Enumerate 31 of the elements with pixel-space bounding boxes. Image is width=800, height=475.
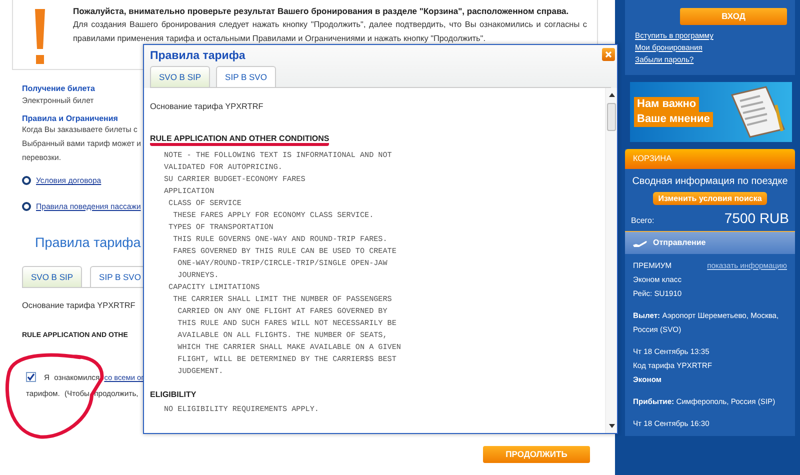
close-icon <box>605 51 612 58</box>
bullet-icon <box>22 202 31 211</box>
agree-checkbox[interactable] <box>26 372 36 382</box>
scroll-up-icon[interactable] <box>608 92 614 97</box>
section-title: Правила и Ограничения <box>22 114 118 124</box>
rules-heading: ELIGIBILITY <box>150 390 196 400</box>
close-button[interactable] <box>602 48 615 61</box>
fare-basis: Основание тарифа YPXRTRF <box>150 102 264 112</box>
notice-text: Для создания Вашего бронирования следует нажать кнопку "Продолжить", далее подтвердить, что Вы ознакомились и согласны с правилами применения тарифа и остальными Правилами и Ограничениями и нажать кнопку "Продолжить". <box>73 19 587 45</box>
scrollbar[interactable] <box>605 88 617 433</box>
section-heading: Правила тарифа <box>35 234 141 252</box>
exclamation-icon <box>33 9 47 65</box>
notice-title: Пожалуйста, внимательно проверьте результат Вашего бронирования в разделе "Корзина", расположенном справа. <box>73 5 570 18</box>
basket-summary: Сводная информация по поездке <box>631 174 789 188</box>
banner-text: Нам важно <box>634 97 700 112</box>
fare-basis: Основание тарифа YPXRTRF <box>22 301 136 312</box>
departure-title: Отправление <box>653 238 706 248</box>
basket-header: КОРЗИНА <box>625 149 795 169</box>
section-title: Получение билета <box>22 84 95 94</box>
route-tab[interactable]: SVO B SIP <box>150 66 210 87</box>
dialog-title: Правила тарифа <box>150 50 246 64</box>
route-tab[interactable]: SIP B SVO <box>216 66 276 87</box>
total-label: Всего: <box>631 216 654 226</box>
scroll-down-icon[interactable] <box>608 424 614 429</box>
bullet-icon <box>22 176 31 186</box>
total-price: 7500 RUB <box>724 210 789 228</box>
rules-heading: RULE APPLICATION AND OTHER CONDITIONS <box>150 134 330 146</box>
banner-text: Ваше мнение <box>634 112 713 127</box>
plane-icon <box>633 238 647 248</box>
route-tab[interactable]: SVO B SIP <box>22 266 82 288</box>
scroll-thumb[interactable] <box>607 102 616 131</box>
